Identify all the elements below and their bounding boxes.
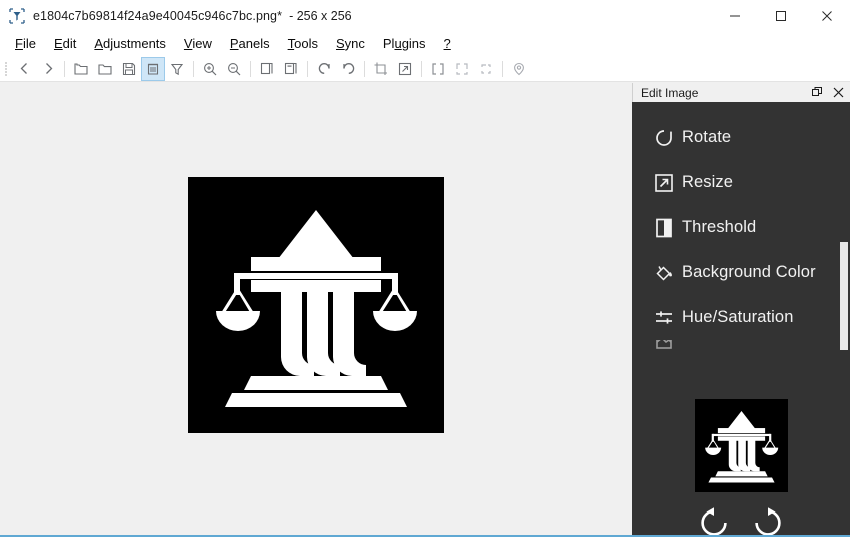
menu-item-panels[interactable]: Panels <box>221 33 279 55</box>
panel-item-label: Threshold <box>682 218 757 236</box>
panel-body: Rotate Resize Threshold Background Color… <box>632 102 850 535</box>
zoom-out-icon[interactable] <box>222 57 246 81</box>
toolbar-separator <box>307 60 308 77</box>
rotate-right-button[interactable] <box>748 505 788 535</box>
crop-icon[interactable] <box>369 57 393 81</box>
courthouse-scales-icon <box>216 210 417 407</box>
courthouse-scales-thumbnail-icon <box>704 410 778 483</box>
panel-item-threshold[interactable]: Threshold <box>632 205 850 250</box>
rotate-left-button[interactable] <box>694 505 734 535</box>
menu-item-edit[interactable]: Edit <box>45 33 85 55</box>
image-canvas[interactable] <box>188 177 444 433</box>
toolbar-separator <box>250 60 251 77</box>
panel-item-label: Rotate <box>682 128 732 146</box>
clipped-icon <box>652 340 675 356</box>
panel-item-label: Resize <box>682 173 734 191</box>
edit-actions-list: Rotate Resize Threshold Background Color… <box>632 102 850 356</box>
panel-item-label: Background Color <box>682 263 816 281</box>
tool-bar <box>0 56 850 82</box>
image-preview-thumbnail[interactable] <box>694 399 788 492</box>
open-folder-icon[interactable] <box>69 57 93 81</box>
toolbar-separator <box>364 60 365 77</box>
edit-image-panel: Edit Image Rotate Resize Threshold Backg… <box>632 83 850 535</box>
panel-close-button[interactable] <box>829 83 848 102</box>
delete-icon[interactable] <box>141 56 165 81</box>
canvas-area[interactable] <box>0 83 632 535</box>
zoom-in-icon[interactable] <box>198 57 222 81</box>
panel-item-hue-saturation[interactable]: Hue/Saturation <box>632 295 850 340</box>
application-window: e1804c7b69814f24a9e40045c946c7bc.png* - … <box>0 0 850 537</box>
panel-item-background-color[interactable]: Background Color <box>632 250 850 295</box>
menu-item-sync[interactable]: Sync <box>327 33 374 55</box>
rotate-left-icon <box>697 506 731 535</box>
redo-icon[interactable] <box>336 57 360 81</box>
panel-item-clipped[interactable] <box>632 340 850 356</box>
save-icon[interactable] <box>117 57 141 81</box>
close-button[interactable] <box>804 0 850 32</box>
copy-icon[interactable] <box>255 57 279 81</box>
resize-icon[interactable] <box>393 57 417 81</box>
rotate-ccw-icon <box>652 126 675 149</box>
preview-section <box>632 399 850 535</box>
filter-funnel-icon <box>8 7 26 25</box>
folder-icon[interactable] <box>93 57 117 81</box>
toolbar-grip[interactable] <box>2 60 10 78</box>
panel-title-text: Edit Image <box>641 85 699 100</box>
menu-item-view[interactable]: View <box>175 33 221 55</box>
toolbar-separator <box>193 60 194 77</box>
select-partial-icon[interactable] <box>450 57 474 81</box>
sliders-icon <box>652 306 675 329</box>
menu-item-adjustments[interactable]: Adjustments <box>85 33 175 55</box>
window-controls <box>712 0 850 32</box>
panel-item-resize[interactable]: Resize <box>632 160 850 205</box>
filter-icon[interactable] <box>165 57 189 81</box>
threshold-half-square-icon <box>652 216 675 239</box>
paint-bucket-icon <box>652 261 675 284</box>
back-icon[interactable] <box>12 57 36 81</box>
preview-rotate-actions <box>694 505 788 535</box>
window-title: e1804c7b69814f24a9e40045c946c7bc.png* <box>33 9 283 23</box>
resize-arrow-icon <box>652 171 675 194</box>
menu-item-tools[interactable]: Tools <box>279 33 327 55</box>
forward-icon[interactable] <box>36 57 60 81</box>
window-dimensions: - 256 x 256 <box>289 9 352 23</box>
toolbar-separator <box>421 60 422 77</box>
toolbar-separator <box>502 60 503 77</box>
minimize-button[interactable] <box>712 0 758 32</box>
menu-item-help[interactable]: ? <box>435 33 460 55</box>
menu-bar: File Edit Adjustments View Panels Tools … <box>0 32 850 56</box>
panel-title-bar[interactable]: Edit Image <box>632 83 850 102</box>
undo-icon[interactable] <box>312 57 336 81</box>
toolbar-separator <box>64 60 65 77</box>
menu-item-plugins[interactable]: Plugins <box>374 33 435 55</box>
select-corner-icon[interactable] <box>474 57 498 81</box>
paste-icon[interactable] <box>279 57 303 81</box>
menu-item-file[interactable]: File <box>6 33 45 55</box>
panel-scrollbar-thumb[interactable] <box>840 242 848 350</box>
rotate-right-icon <box>751 506 785 535</box>
panel-item-label: Hue/Saturation <box>682 308 794 326</box>
panel-float-button[interactable] <box>808 83 827 102</box>
location-pin-icon[interactable] <box>507 57 531 81</box>
maximize-button[interactable] <box>758 0 804 32</box>
panel-item-rotate[interactable]: Rotate <box>632 115 850 160</box>
select-all-icon[interactable] <box>426 57 450 81</box>
title-bar: e1804c7b69814f24a9e40045c946c7bc.png* - … <box>0 0 850 32</box>
